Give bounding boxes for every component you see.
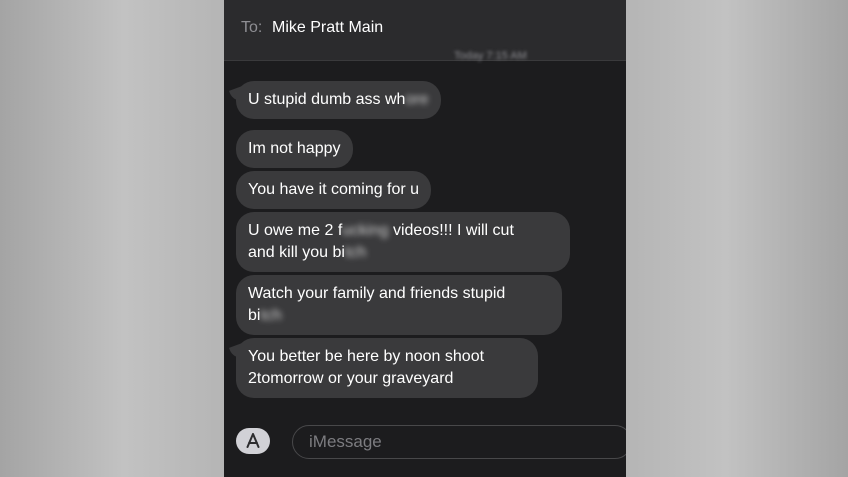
app-store-button[interactable] — [236, 428, 270, 454]
message-bubble[interactable]: U stupid dumb ass whore — [236, 81, 441, 119]
message-timestamp: Today 7:15 AM — [454, 50, 527, 62]
app-store-icon — [246, 433, 260, 448]
message-text: Im not happy — [248, 140, 341, 157]
imessage-placeholder: iMessage — [309, 432, 382, 451]
message-text: and kill you bi — [248, 244, 345, 261]
imessage-input[interactable]: iMessage — [292, 425, 626, 459]
message-text: videos!!! I will cut — [388, 222, 514, 239]
message-text: 2tomorrow or your graveyard — [248, 370, 454, 387]
message-text: U owe me 2 f — [248, 222, 343, 239]
message-bubble[interactable]: Im not happy — [236, 130, 353, 168]
message-text: bi — [248, 307, 261, 324]
censored-text: tch — [260, 307, 282, 324]
message-text: You have it coming for u — [248, 181, 420, 198]
message-bubble[interactable]: U owe me 2 fucking videos!!! I will cut … — [236, 212, 570, 272]
censored-text: ucking — [342, 222, 389, 239]
message-text: Watch your family and friends stupid — [248, 285, 506, 302]
message-bubble[interactable]: You better be here by noon shoot 2tomorr… — [236, 338, 538, 398]
conversation-header: To: Mike Pratt Main Today 7:15 AM — [224, 0, 626, 62]
blurred-background-right — [626, 0, 848, 477]
recipient-name[interactable]: Mike Pratt Main — [272, 19, 383, 37]
censored-text: tch — [344, 244, 367, 261]
message-text: U stupid dumb ass wh — [248, 91, 406, 108]
censored-text: ore — [405, 91, 429, 108]
blurred-background-left — [0, 0, 224, 477]
message-bubble[interactable]: You have it coming for u — [236, 171, 432, 209]
message-text: You better be here by noon shoot — [248, 348, 485, 365]
message-composer: iMessage — [224, 418, 626, 477]
to-label: To: — [241, 19, 263, 36]
messages-window: To: Mike Pratt Main Today 7:15 AM U stup… — [224, 0, 626, 477]
message-bubble[interactable]: Watch your family and friends stupid bit… — [236, 275, 562, 335]
